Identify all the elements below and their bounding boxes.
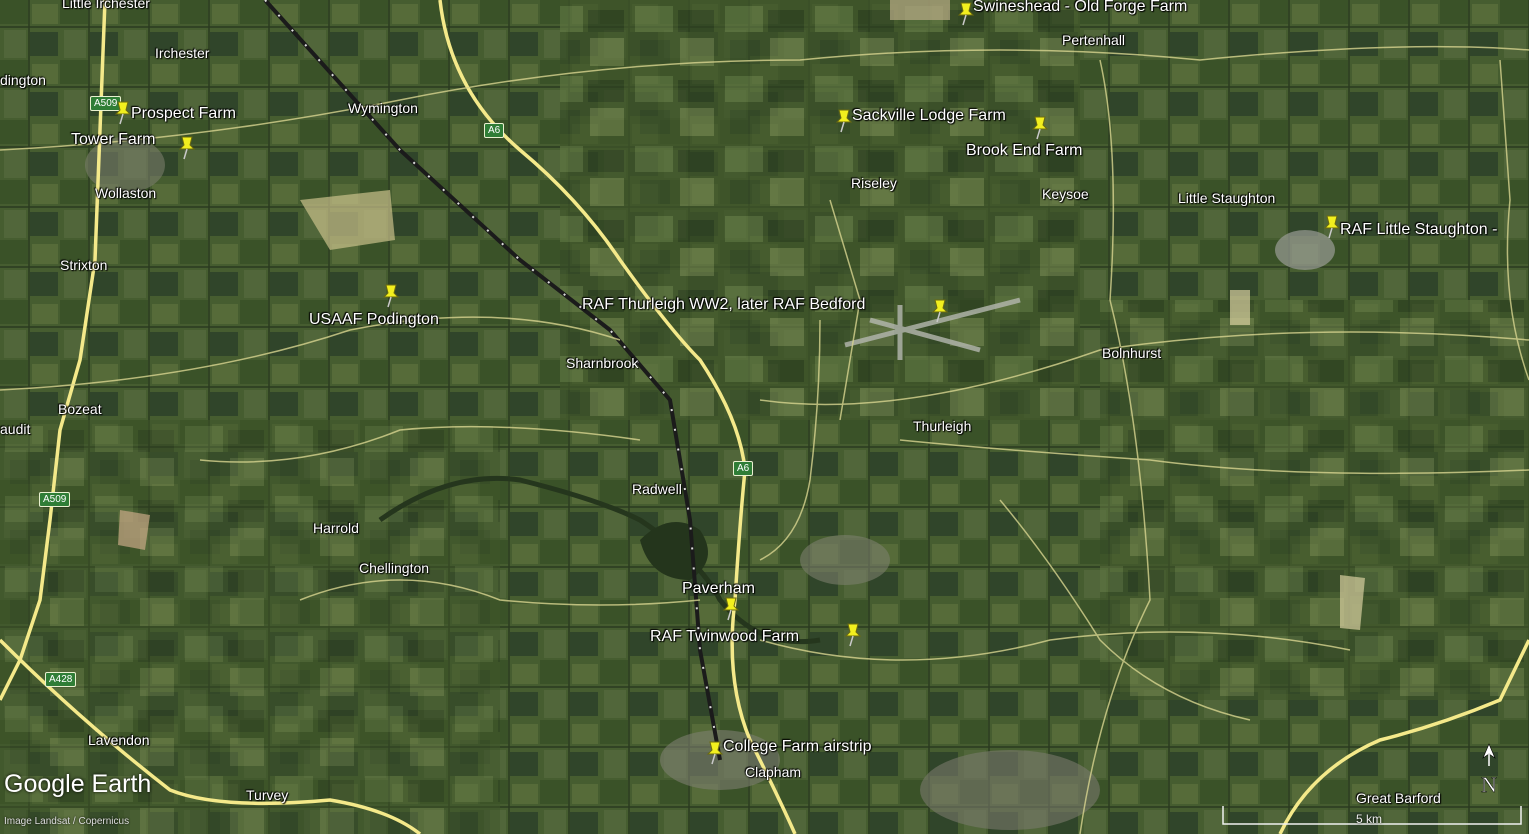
town-label: Sharnbrook xyxy=(566,355,639,371)
placemark-label[interactable]: USAAF Podington xyxy=(309,311,439,329)
pushpin-icon[interactable] xyxy=(843,622,863,648)
pushpin-icon[interactable] xyxy=(721,596,741,622)
placemark-label[interactable]: College Farm airstrip xyxy=(723,738,871,756)
town-label: dington xyxy=(0,72,46,88)
placemark-label[interactable]: Paverham xyxy=(682,580,755,598)
pushpin-icon[interactable] xyxy=(834,108,854,134)
town-label: Thurleigh xyxy=(913,418,972,434)
town-label: audit xyxy=(0,421,31,437)
road-shield-a6: A6 xyxy=(484,123,505,138)
scale-label: 5 km xyxy=(1356,812,1383,826)
imagery-credit: Image Landsat / Copernicus xyxy=(4,816,130,827)
placemark-label[interactable]: Swineshead - Old Forge Farm xyxy=(973,0,1187,16)
placemark-label[interactable]: Prospect Farm xyxy=(131,105,236,123)
town-label: Wollaston xyxy=(95,185,157,201)
placemark-label[interactable]: Tower Farm xyxy=(71,131,155,149)
road-shield-a6: A6 xyxy=(733,461,754,476)
pushpin-icon[interactable] xyxy=(1030,115,1050,141)
town-label: Harrold xyxy=(313,520,359,536)
town-label: Keysoe xyxy=(1042,186,1089,202)
google-earth-logo: Google Earth xyxy=(4,770,152,798)
placemark-label[interactable]: Sackville Lodge Farm xyxy=(852,107,1006,125)
town-label: Wymington xyxy=(348,100,418,116)
town-label: Bozeat xyxy=(58,401,102,417)
north-label: N xyxy=(1481,772,1497,797)
pushpin-icon[interactable] xyxy=(381,283,401,309)
town-label: Chellington xyxy=(359,560,430,576)
placemark-label[interactable]: RAF Little Staughton - xyxy=(1340,221,1497,239)
placemark-label[interactable]: Brook End Farm xyxy=(966,142,1082,160)
pushpin-icon[interactable] xyxy=(930,298,950,324)
pushpin-icon[interactable] xyxy=(1322,214,1342,240)
town-label: Radwell xyxy=(632,481,682,497)
road-shield-a428: A428 xyxy=(45,672,77,687)
placemark-label[interactable]: RAF Twinwood Farm xyxy=(650,628,799,646)
town-label: Strixton xyxy=(60,257,108,273)
town-label: Irchester xyxy=(155,45,210,61)
town-label: Bolnhurst xyxy=(1102,345,1162,361)
north-arrow-icon[interactable]: N xyxy=(1476,742,1502,798)
pushpin-icon[interactable] xyxy=(113,100,133,126)
satellite-map[interactable] xyxy=(0,0,1529,834)
town-label: Lavendon xyxy=(88,732,150,748)
town-label: Clapham xyxy=(745,764,802,780)
town-label: Turvey xyxy=(246,787,289,803)
town-label: Little Irchester xyxy=(62,0,150,11)
road-shield-a509: A509 xyxy=(39,492,71,507)
town-label: Little Staughton xyxy=(1178,190,1276,206)
pushpin-icon[interactable] xyxy=(705,740,725,766)
pushpin-icon[interactable] xyxy=(177,135,197,161)
placemark-label[interactable]: RAF Thurleigh WW2, later RAF Bedford xyxy=(582,296,865,314)
town-label: Pertenhall xyxy=(1062,32,1126,48)
town-label: Riseley xyxy=(851,175,897,191)
